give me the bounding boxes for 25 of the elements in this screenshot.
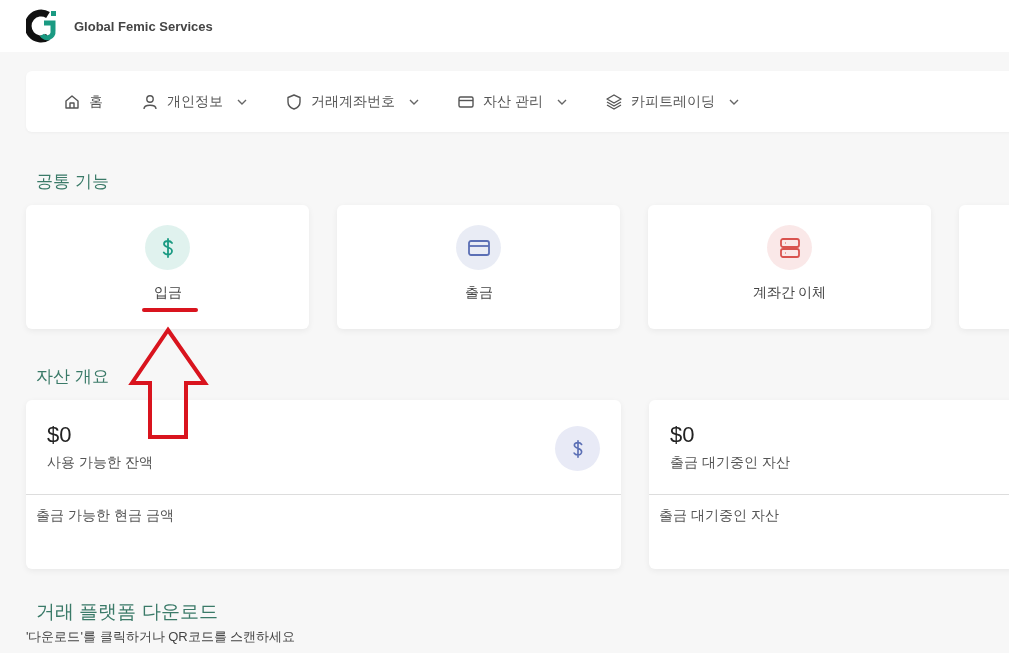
download-hint: '다운로드'를 클릭하거나 QR코드를 스캔하세요 (26, 629, 297, 644)
function-card[interactable]: 계좌간 이체 (648, 205, 931, 329)
nav-item[interactable]: 카피트레이딩 (604, 88, 739, 115)
home-icon (63, 92, 81, 111)
layers-icon (604, 92, 623, 111)
section-title: 자산 개요 (36, 366, 110, 388)
nav-item[interactable]: 거래계좌번호 (285, 88, 419, 115)
nav-item[interactable]: 개인정보 (141, 88, 247, 115)
brand-name: Global Femic Services (74, 18, 213, 34)
asset-label: 사용 가능한 잔액 (47, 454, 153, 472)
user-icon (141, 92, 159, 111)
nav-item[interactable]: 홈 (63, 88, 103, 115)
amount-value: $0 (47, 422, 73, 448)
function-card[interactable]: 출금 (337, 205, 620, 329)
section-title: 공통 기능 (36, 171, 110, 193)
asset-label: 출금 대기중인 자산 (670, 454, 790, 472)
asset-note: 출금 대기중인 자산 (658, 506, 780, 525)
dollar-icon (555, 426, 600, 471)
section-title: 거래 플랫폼 다운로드 (36, 600, 219, 624)
function-card[interactable]: 입금 (26, 205, 309, 329)
underline-mark (142, 308, 198, 312)
amount-value: $0 (670, 422, 696, 448)
asset-note: 출금 가능한 현금 금액 (35, 506, 175, 525)
shield-icon (285, 92, 303, 111)
nav-item[interactable]: 자산 관리 (457, 88, 567, 115)
